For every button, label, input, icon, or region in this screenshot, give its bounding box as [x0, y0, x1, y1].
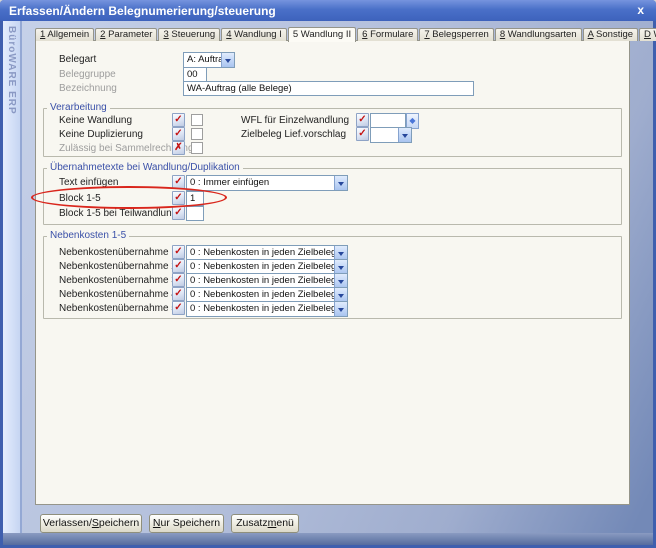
dropdown-arrow-icon[interactable]	[334, 274, 347, 288]
tab-wandlung-2[interactable]: 5 Wandlung II	[287, 27, 357, 42]
belegart-select[interactable]: A: Auftrag	[183, 52, 235, 68]
flag-check-icon[interactable]: ✓	[172, 113, 185, 127]
nebenkosten-2-value: 0 : Nebenkosten in jeden Zielbeleg übern…	[190, 261, 347, 272]
brand-label: BüroWARE ERP	[6, 26, 17, 115]
zulaessig-sammelrechnung-checkbox[interactable]	[191, 142, 203, 154]
nebenkosten-1-value: 0 : Nebenkosten in jeden Zielbeleg übern…	[190, 247, 347, 258]
nebenkosten-5-select[interactable]: 0 : Nebenkosten in jeden Zielbeleg übern…	[186, 301, 348, 317]
window-bottom-edge	[3, 533, 653, 545]
zielbeleg-liefvorschlag-label: Zielbeleg Lief.vorschlag	[241, 129, 347, 140]
tab-steuerung[interactable]: 3 Steuerung	[158, 28, 221, 41]
dropdown-arrow-icon[interactable]	[398, 128, 411, 142]
dropdown-arrow-icon[interactable]	[334, 176, 347, 190]
nebenkosten-5-label: Nebenkostenübernahme 5	[59, 303, 177, 314]
tab-allgemein[interactable]: 1 Allgemein	[35, 28, 95, 41]
nebenkosten-3-label: Nebenkostenübernahme 3	[59, 275, 177, 286]
flag-check-icon[interactable]: ✓	[172, 206, 185, 220]
window-title: Erfassen/Ändern Belegnumerierung/steueru…	[9, 4, 276, 18]
dropdown-arrow-icon[interactable]	[334, 246, 347, 260]
brand-strip: BüroWARE ERP	[3, 21, 22, 533]
flag-check-icon[interactable]: ✓	[172, 259, 185, 273]
flag-check-icon[interactable]: ✓	[356, 127, 369, 141]
tab-formulare[interactable]: 6 Formulare	[357, 28, 419, 41]
bezeichnung-field[interactable]: WA-Auftrag (alle Belege)	[183, 81, 474, 96]
dropdown-arrow-icon[interactable]	[334, 260, 347, 274]
zusatzmenue-button[interactable]: Zusatzmenü	[231, 514, 299, 533]
text-einfuegen-select[interactable]: 0 : Immer einfügen	[186, 175, 348, 191]
dropdown-arrow-icon[interactable]	[221, 53, 234, 67]
tab-sonstige[interactable]: A Sonstige	[582, 28, 639, 41]
flag-check-icon[interactable]: ✓	[172, 127, 185, 141]
title-bar: Erfassen/Ändern Belegnumerierung/steueru…	[0, 0, 656, 21]
dialog-client-area: BüroWARE ERP 1 Allgemein 2 Parameter 3 S…	[3, 21, 656, 545]
keine-wandlung-checkbox[interactable]	[191, 114, 203, 126]
nebenkosten-4-label: Nebenkostenübernahme 4	[59, 289, 177, 300]
group-verarbeitung-title: Verarbeitung	[47, 102, 110, 113]
annotation-ellipse	[31, 186, 227, 209]
bezeichnung-label: Bezeichnung	[59, 83, 117, 94]
nebenkosten-2-label: Nebenkostenübernahme 2	[59, 261, 177, 272]
nur-speichern-button[interactable]: Nur Speichern	[149, 514, 224, 533]
beleggruppe-field[interactable]: 00	[183, 67, 207, 82]
block-1-5-teilwandlung-field[interactable]	[186, 206, 204, 221]
tab-parameter[interactable]: 2 Parameter	[95, 28, 158, 41]
close-icon[interactable]: x	[637, 4, 644, 16]
beleggruppe-label: Beleggruppe	[59, 69, 116, 80]
nebenkosten-4-value: 0 : Nebenkosten in jeden Zielbeleg übern…	[190, 289, 347, 300]
nebenkosten-5-value: 0 : Nebenkosten in jeden Zielbeleg übern…	[190, 303, 347, 314]
flag-check-icon[interactable]: ✓	[172, 301, 185, 315]
group-uebernahmetexte-title: Übernahmetexte bei Wandlung/Duplikation	[47, 162, 243, 173]
tab-wfltb[interactable]: D WFL/TB	[639, 28, 656, 41]
belegart-label: Belegart	[59, 54, 97, 65]
wfl-einzelwandlung-label: WFL für Einzelwandlung	[241, 115, 350, 126]
tab-strip: 1 Allgemein 2 Parameter 3 Steuerung 4 Wa…	[35, 26, 656, 42]
flag-cross-icon[interactable]: ✗	[172, 141, 185, 155]
tab-wandlungsarten[interactable]: 8 Wandlungsarten	[494, 28, 582, 41]
dropdown-arrow-icon[interactable]	[334, 302, 347, 316]
keine-duplizierung-checkbox[interactable]	[191, 128, 203, 140]
verlassen-speichern-button[interactable]: Verlassen/Speichern	[40, 514, 142, 533]
flag-check-icon[interactable]: ✓	[356, 113, 369, 127]
zielbeleg-liefvorschlag-select[interactable]	[370, 127, 412, 143]
dialog-window: Erfassen/Ändern Belegnumerierung/steueru…	[0, 0, 656, 548]
nebenkosten-3-value: 0 : Nebenkosten in jeden Zielbeleg übern…	[190, 275, 347, 286]
flag-check-icon[interactable]: ✓	[172, 245, 185, 259]
tab-content-panel: Belegart A: Auftrag Beleggruppe 00 Bezei…	[31, 40, 630, 505]
text-einfuegen-value: 0 : Immer einfügen	[190, 177, 270, 188]
keine-wandlung-label: Keine Wandlung	[59, 115, 133, 126]
flag-check-icon[interactable]: ✓	[172, 287, 185, 301]
flag-check-icon[interactable]: ✓	[172, 273, 185, 287]
group-nebenkosten-title: Nebenkosten 1-5	[47, 230, 130, 241]
nebenkosten-1-label: Nebenkostenübernahme 1	[59, 247, 177, 258]
block-1-5-teilwandlung-label: Block 1-5 bei Teilwandlung	[59, 208, 178, 219]
keine-duplizierung-label: Keine Duplizierung	[59, 129, 143, 140]
tab-belegsperren[interactable]: 7 Belegsperren	[419, 28, 494, 41]
tab-wandlung-1[interactable]: 4 Wandlung I	[221, 28, 287, 41]
dropdown-arrow-icon[interactable]	[334, 288, 347, 302]
